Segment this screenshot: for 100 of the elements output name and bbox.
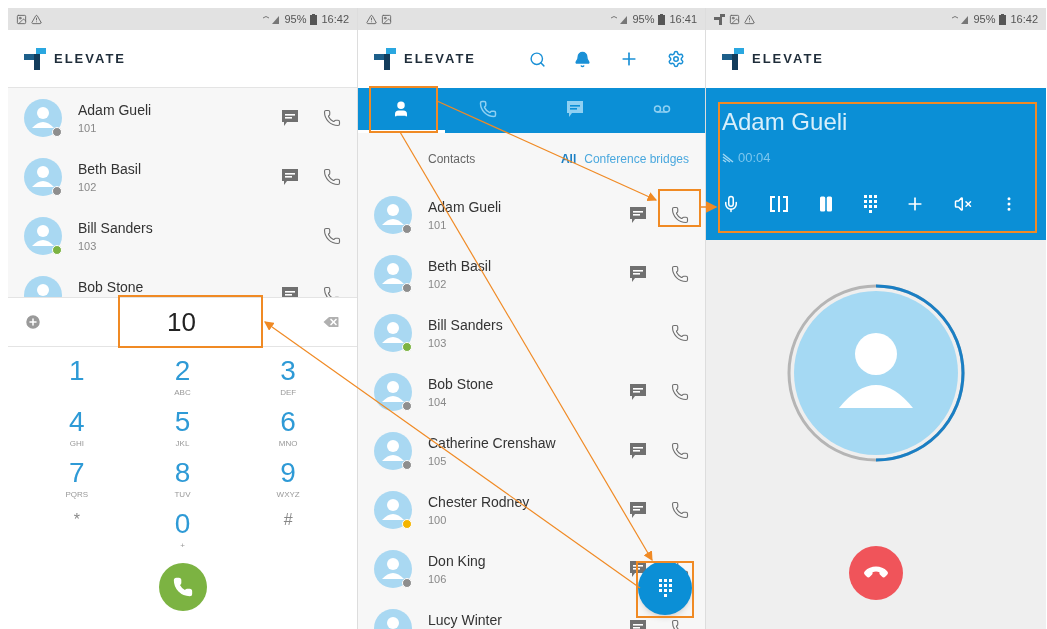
caller-name: Adam Gueli — [722, 108, 849, 136]
extension: 102 — [428, 276, 448, 292]
message-icon[interactable] — [629, 441, 647, 460]
image-icon — [729, 13, 740, 25]
microphone-icon[interactable] — [722, 194, 740, 213]
dial-key[interactable]: 9 WXYZ — [235, 457, 341, 508]
dial-key[interactable]: 5 JKL — [129, 406, 236, 457]
dial-key[interactable]: 3 DEF — [235, 355, 341, 406]
filter-link[interactable]: Conference bridges — [584, 150, 689, 168]
message-icon[interactable] — [629, 264, 647, 283]
settings-icon[interactable] — [667, 50, 685, 68]
contact-name: Bill Sanders — [78, 218, 154, 238]
contact-row[interactable]: Bob Stone 104 — [358, 362, 705, 421]
extension: 100 — [428, 512, 448, 528]
image-icon — [16, 13, 27, 25]
battery-percent: 95% — [973, 11, 996, 27]
extension: 106 — [428, 571, 448, 587]
warning-icon — [744, 13, 755, 25]
avatar — [374, 549, 412, 588]
pause-icon[interactable] — [817, 194, 835, 213]
avatar — [24, 216, 62, 255]
contact-name: Beth Basil — [78, 159, 143, 179]
call-icon[interactable] — [671, 323, 689, 342]
battery-percent: 95% — [632, 11, 655, 27]
bell-icon[interactable] — [574, 50, 591, 68]
call-icon[interactable] — [671, 205, 689, 224]
call-quality-icon — [722, 152, 734, 163]
extension: 101 — [428, 217, 448, 233]
logo-icon — [714, 13, 725, 25]
call-icon[interactable] — [671, 264, 689, 283]
message-icon[interactable] — [629, 205, 647, 224]
dial-key[interactable]: 0 + — [129, 508, 236, 559]
list-title: Contacts — [428, 151, 476, 168]
search-icon[interactable] — [529, 50, 546, 68]
transfer-icon[interactable] — [768, 194, 789, 213]
extension: 103 — [428, 335, 448, 351]
dial-key[interactable]: 7 PQRS — [24, 457, 130, 508]
contact-row[interactable]: Bill Sanders 103 — [358, 303, 705, 362]
dialed-number: 10 — [167, 305, 196, 339]
avatar — [24, 98, 62, 137]
brand-name: ELEVATE — [404, 50, 477, 69]
dial-key[interactable]: * — [24, 508, 130, 559]
call-icon[interactable] — [323, 108, 341, 127]
brand-name: ELEVATE — [752, 50, 825, 69]
call-icon[interactable] — [671, 500, 689, 519]
dialpad-button[interactable] — [638, 561, 692, 615]
message-icon[interactable] — [281, 167, 299, 186]
call-icon[interactable] — [323, 226, 341, 245]
dialpad-icon — [863, 194, 877, 213]
logo-icon — [374, 48, 396, 70]
contact-name: Lucy Winter — [428, 610, 503, 629]
avatar — [374, 254, 412, 293]
highlight-frame — [658, 189, 701, 227]
contact-row[interactable]: Beth Basil 102 — [8, 147, 357, 206]
extension: 104 — [428, 394, 448, 410]
avatar — [374, 195, 412, 234]
signal-icon — [951, 14, 970, 24]
avatar — [374, 372, 412, 411]
dial-key[interactable]: 4 GHI — [24, 406, 130, 457]
phone-icon — [479, 100, 498, 118]
hang-up-button[interactable] — [849, 546, 903, 600]
message-icon — [565, 100, 584, 118]
message-icon[interactable] — [281, 108, 299, 127]
dial-key[interactable]: 2 ABC — [129, 355, 236, 406]
highlight-frame — [636, 561, 694, 618]
call-icon[interactable] — [323, 167, 341, 186]
battery-percent: 95% — [284, 11, 307, 27]
contact-row[interactable]: Bill Sanders 103 — [8, 206, 357, 265]
message-icon[interactable] — [629, 559, 647, 578]
phone-icon — [172, 577, 193, 597]
call-icon[interactable] — [671, 441, 689, 460]
add-contact-icon[interactable] — [24, 313, 42, 331]
contact-name: Bill Sanders — [428, 315, 504, 335]
avatar — [374, 313, 412, 352]
call-icon[interactable] — [671, 382, 689, 401]
battery-icon — [310, 13, 318, 25]
dial-key[interactable]: 1 — [24, 355, 130, 406]
battery-icon — [658, 13, 666, 25]
contact-name: Bob Stone — [78, 277, 145, 297]
extension: 103 — [78, 238, 98, 254]
message-icon[interactable] — [629, 382, 647, 401]
avatar — [374, 490, 412, 529]
dial-key[interactable]: 6 MNO — [235, 406, 341, 457]
clock: 16:42 — [321, 11, 349, 27]
dial-key[interactable]: # — [235, 508, 341, 559]
clock: 16:42 — [1010, 11, 1038, 27]
highlight-frame — [369, 86, 438, 133]
signal-icon — [262, 14, 281, 24]
warning-icon — [366, 13, 377, 25]
contact-name: Adam Gueli — [78, 100, 153, 120]
call-button[interactable] — [158, 563, 207, 611]
dial-key[interactable]: 8 TUV — [129, 457, 236, 508]
contact-name: Don King — [428, 551, 487, 571]
contact-row[interactable]: Adam Gueli 101 — [8, 88, 357, 147]
image-icon — [381, 13, 392, 25]
clock: 16:41 — [669, 11, 697, 27]
signal-icon — [610, 14, 629, 24]
contact-name: Bob Stone — [428, 374, 495, 394]
message-icon[interactable] — [629, 500, 647, 519]
mute-speaker-icon[interactable] — [953, 194, 972, 213]
